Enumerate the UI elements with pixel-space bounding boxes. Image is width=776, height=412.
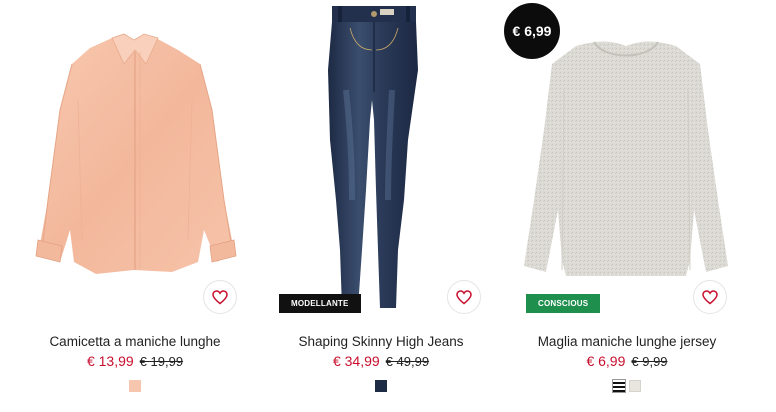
product-image-jeans[interactable] (258, 0, 504, 320)
swatch-striped[interactable] (613, 380, 625, 392)
product-card: MODELLANTE Shaping Skinny High Jeans € 3… (258, 0, 504, 412)
conscious-tag: CONSCIOUS (526, 294, 601, 313)
product-title[interactable]: Shaping Skinny High Jeans (258, 334, 504, 349)
product-title[interactable]: Camicetta a maniche lunghe (12, 334, 258, 349)
product-card: Camicetta a maniche lunghe € 13,99 € 19,9… (12, 0, 258, 412)
swatch-dark-denim[interactable] (375, 380, 387, 392)
wishlist-button[interactable] (693, 280, 727, 314)
original-price: € 49,99 (385, 354, 430, 369)
swatch-light-grey[interactable] (629, 380, 641, 392)
product-title[interactable]: Maglia maniche lunghe jersey (504, 334, 750, 349)
sale-price: € 6,99 (586, 353, 626, 369)
color-swatches (504, 380, 750, 392)
heart-outline-icon (212, 289, 228, 304)
product-prices: € 34,99 € 49,99 (258, 353, 504, 369)
sale-price: € 13,99 (86, 353, 134, 369)
product-grid: Camicetta a maniche lunghe € 13,99 € 19,9… (0, 0, 776, 412)
color-swatches (12, 380, 258, 392)
modellante-tag: MODELLANTE (279, 294, 361, 313)
original-price: € 9,99 (631, 354, 668, 369)
sale-price: € 34,99 (332, 353, 380, 369)
color-swatches (258, 380, 504, 392)
wishlist-button[interactable] (447, 280, 481, 314)
heart-outline-icon (702, 289, 718, 304)
original-price: € 19,99 (139, 354, 184, 369)
swatch-peach[interactable] (129, 380, 141, 392)
heart-outline-icon (456, 289, 472, 304)
product-card: € 6,99 CONSCIOUS Maglia maniche lunghe j… (504, 0, 750, 412)
wishlist-button[interactable] (203, 280, 237, 314)
product-prices: € 6,99 € 9,99 (504, 353, 750, 369)
product-image-blouse[interactable] (12, 0, 258, 320)
product-prices: € 13,99 € 19,99 (12, 353, 258, 369)
price-badge: € 6,99 (504, 3, 560, 59)
